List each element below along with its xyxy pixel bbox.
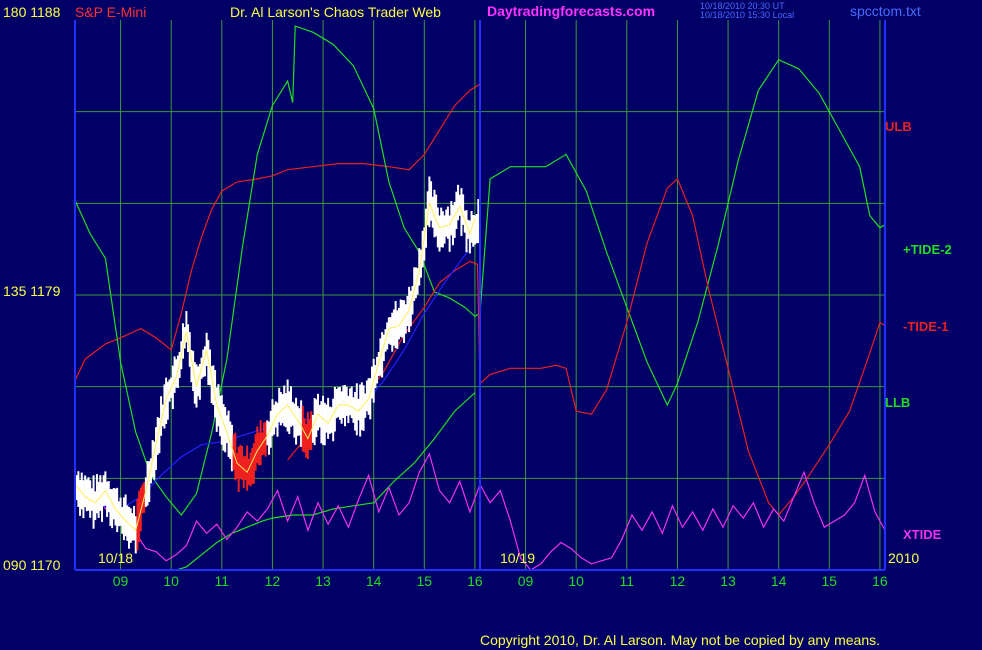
- x-tick-label: 14: [771, 573, 787, 589]
- date-label-day2: 10/19: [500, 550, 535, 566]
- price-bars: [74, 176, 480, 554]
- x-tick-label: 11: [215, 573, 230, 589]
- timestamp-local: 10/18/2010 15:30 Local: [700, 10, 794, 20]
- x-tick-label: 13: [315, 573, 331, 589]
- line-label-tide1: -TIDE-1: [903, 319, 949, 334]
- x-tick-label: 10: [163, 573, 179, 589]
- series-line-ulb: [74, 83, 481, 381]
- x-tick-label: 16: [872, 573, 888, 589]
- x-tick-label: 12: [265, 573, 281, 589]
- scale-bottom-label: 090 1170: [3, 557, 61, 573]
- line-label-tide2: +TIDE-2: [903, 242, 952, 257]
- file-label: spcctom.txt: [850, 3, 921, 19]
- x-tick-label: 12: [670, 573, 686, 589]
- scale-mid-label: 135 1179: [3, 283, 61, 299]
- instrument-label: S&P E-Mini: [75, 4, 146, 20]
- x-tick-label: 10: [568, 573, 584, 589]
- x-tick-label: 16: [467, 573, 483, 589]
- x-tick-label: 09: [518, 573, 534, 589]
- price-close-line: [74, 201, 476, 532]
- x-tick-label: 09: [113, 573, 129, 589]
- year-label: 2010: [888, 550, 919, 566]
- line-label-ulb: ULB: [885, 119, 912, 134]
- scale-top-label: 180 1188: [3, 4, 61, 20]
- chart-title: Dr. Al Larson's Chaos Trader Web: [230, 4, 441, 20]
- line-label-xtide: XTIDE: [903, 527, 942, 542]
- x-tick-label: 13: [720, 573, 736, 589]
- x-tick-label: 11: [620, 573, 635, 589]
- series-line-tide1: [287, 177, 886, 516]
- line-labels: ULB +TIDE-2 -TIDE-1 LLB XTIDE: [885, 119, 952, 542]
- line-label-llb: LLB: [885, 395, 910, 410]
- x-tick-label: 15: [822, 573, 838, 589]
- chaos-trader-chart: 180 1188 S&P E-Mini Dr. Al Larson's Chao…: [3, 1, 952, 648]
- x-tick-labels: 09 10 11 12 13 14 15 16 09 10 11 12 13 14 15 16: [113, 573, 888, 589]
- x-tick-label: 15: [417, 573, 433, 589]
- x-tick-label: 14: [366, 573, 382, 589]
- site-label: Daytradingforecasts.com: [487, 3, 655, 19]
- copyright-footer: Copyright 2010, Dr. Al Larson. May not b…: [480, 632, 880, 648]
- date-label-day1: 10/18: [98, 550, 133, 566]
